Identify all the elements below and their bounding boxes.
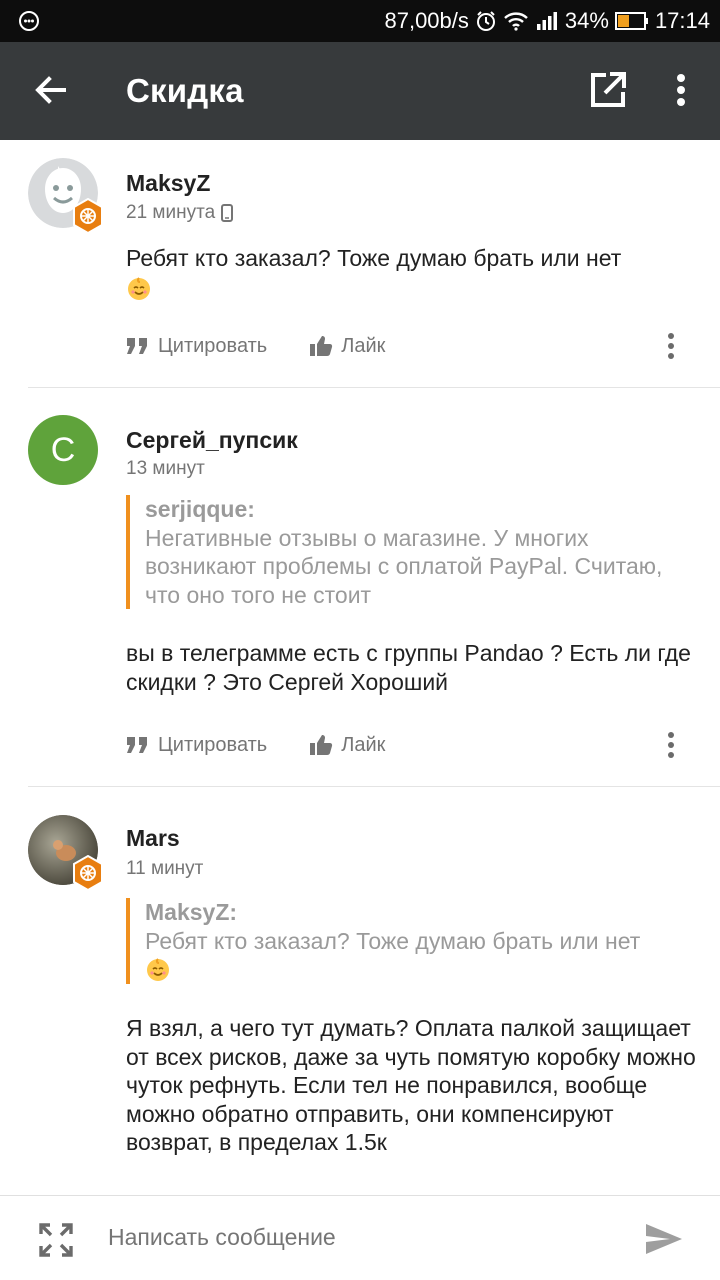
smile-emoji-icon [147,958,169,981]
comment-more-icon[interactable] [666,732,676,758]
quote-button[interactable]: Цитировать [126,335,267,358]
like-button[interactable]: Лайк [309,335,385,358]
message-input[interactable] [108,1224,608,1251]
comment-text: вы в телеграмме есть с группы Pandao ? Е… [126,639,696,696]
comment-author[interactable]: Сергей_пупсик [126,427,298,454]
network-speed: 87,00b/s [384,8,469,33]
like-button[interactable]: Лайк [309,734,385,757]
phone-icon [221,204,234,222]
comment-time: 21 минута [126,202,234,224]
more-vert-icon[interactable] [668,70,694,110]
comment-text-content: Ребят кто заказал? Тоже думаю брать или … [126,245,622,271]
comment-author[interactable]: MaksyZ [126,170,210,197]
thumb-up-icon [310,336,333,356]
comment-text: Я взял, а чего тут думать? Оплата палкой… [126,1014,696,1157]
expand-icon[interactable] [38,1222,74,1258]
comment-author[interactable]: Mars [126,825,180,852]
comment-text-content: вы в телеграмме есть с группы Pandao ? Е… [126,640,691,695]
status-bar: 87,00b/s 34% 17:14 [0,0,720,42]
time-label: 21 минута [126,202,216,223]
time-label: 13 минут [126,458,205,479]
clock: 17:14 [654,8,710,33]
quoted-message: serjiqque: Негативные отзывы о магазине.… [126,495,696,609]
app-bar: Скидка [0,42,720,140]
message-composer [0,1195,720,1280]
wifi-icon [504,12,528,31]
open-external-icon[interactable] [588,70,628,110]
comment-actions: Цитировать Лайк [126,730,385,760]
like-label: Лайк [341,733,386,756]
comment-text: Ребят кто заказал? Тоже думаю брать или … [126,244,696,302]
quoted-text: Негативные отзывы о магазине. У многих в… [145,524,663,608]
quote-icon [127,737,147,753]
divider [28,786,720,787]
comment-time: 11 минут [126,858,203,880]
notification-icon [19,11,39,31]
quoted-message: MaksyZ: Ребят кто заказал? Тоже думаю бр… [126,898,696,984]
avatar[interactable]: С [28,415,98,485]
send-icon[interactable] [644,1222,684,1256]
comment-item: MaksyZ 21 минута Ребят кто заказал? Тоже… [0,140,720,388]
signal-icon [536,12,557,30]
quote-button[interactable]: Цитировать [126,734,267,757]
back-arrow-icon[interactable] [28,67,74,113]
rank-badge-icon [73,198,103,234]
comments-feed[interactable]: MaksyZ 21 минута Ребят кто заказал? Тоже… [0,140,720,1195]
comment-item: Mars 11 минут MaksyZ: Ребят кто заказал?… [0,788,720,1195]
quote-label: Цитировать [158,733,268,756]
comment-actions: Цитировать Лайк [126,331,385,361]
like-label: Лайк [341,334,386,357]
quote-label: Цитировать [158,334,268,357]
comment-item: С Сергей_пупсик 13 минут serjiqque: Нега… [0,388,720,788]
smile-emoji-icon [128,276,150,300]
time-label: 11 минут [126,858,204,879]
thumb-up-icon [310,735,333,755]
page-title: Скидка [126,72,244,109]
quoted-author: serjiqque: [145,496,255,522]
alarm-icon [476,11,495,31]
battery-icon [614,12,648,30]
comment-more-icon[interactable] [666,333,676,359]
quoted-text: Ребят кто заказал? Тоже думаю брать или … [145,927,641,954]
rank-badge-icon [73,855,103,891]
comment-text-content: Я взял, а чего тут думать? Оплата палкой… [126,1015,696,1155]
comment-time: 13 минут [126,458,205,480]
battery-percent: 34% [564,8,609,33]
quote-icon [127,338,147,354]
quoted-author: MaksyZ: [145,899,238,925]
avatar-letter: С [50,430,76,469]
